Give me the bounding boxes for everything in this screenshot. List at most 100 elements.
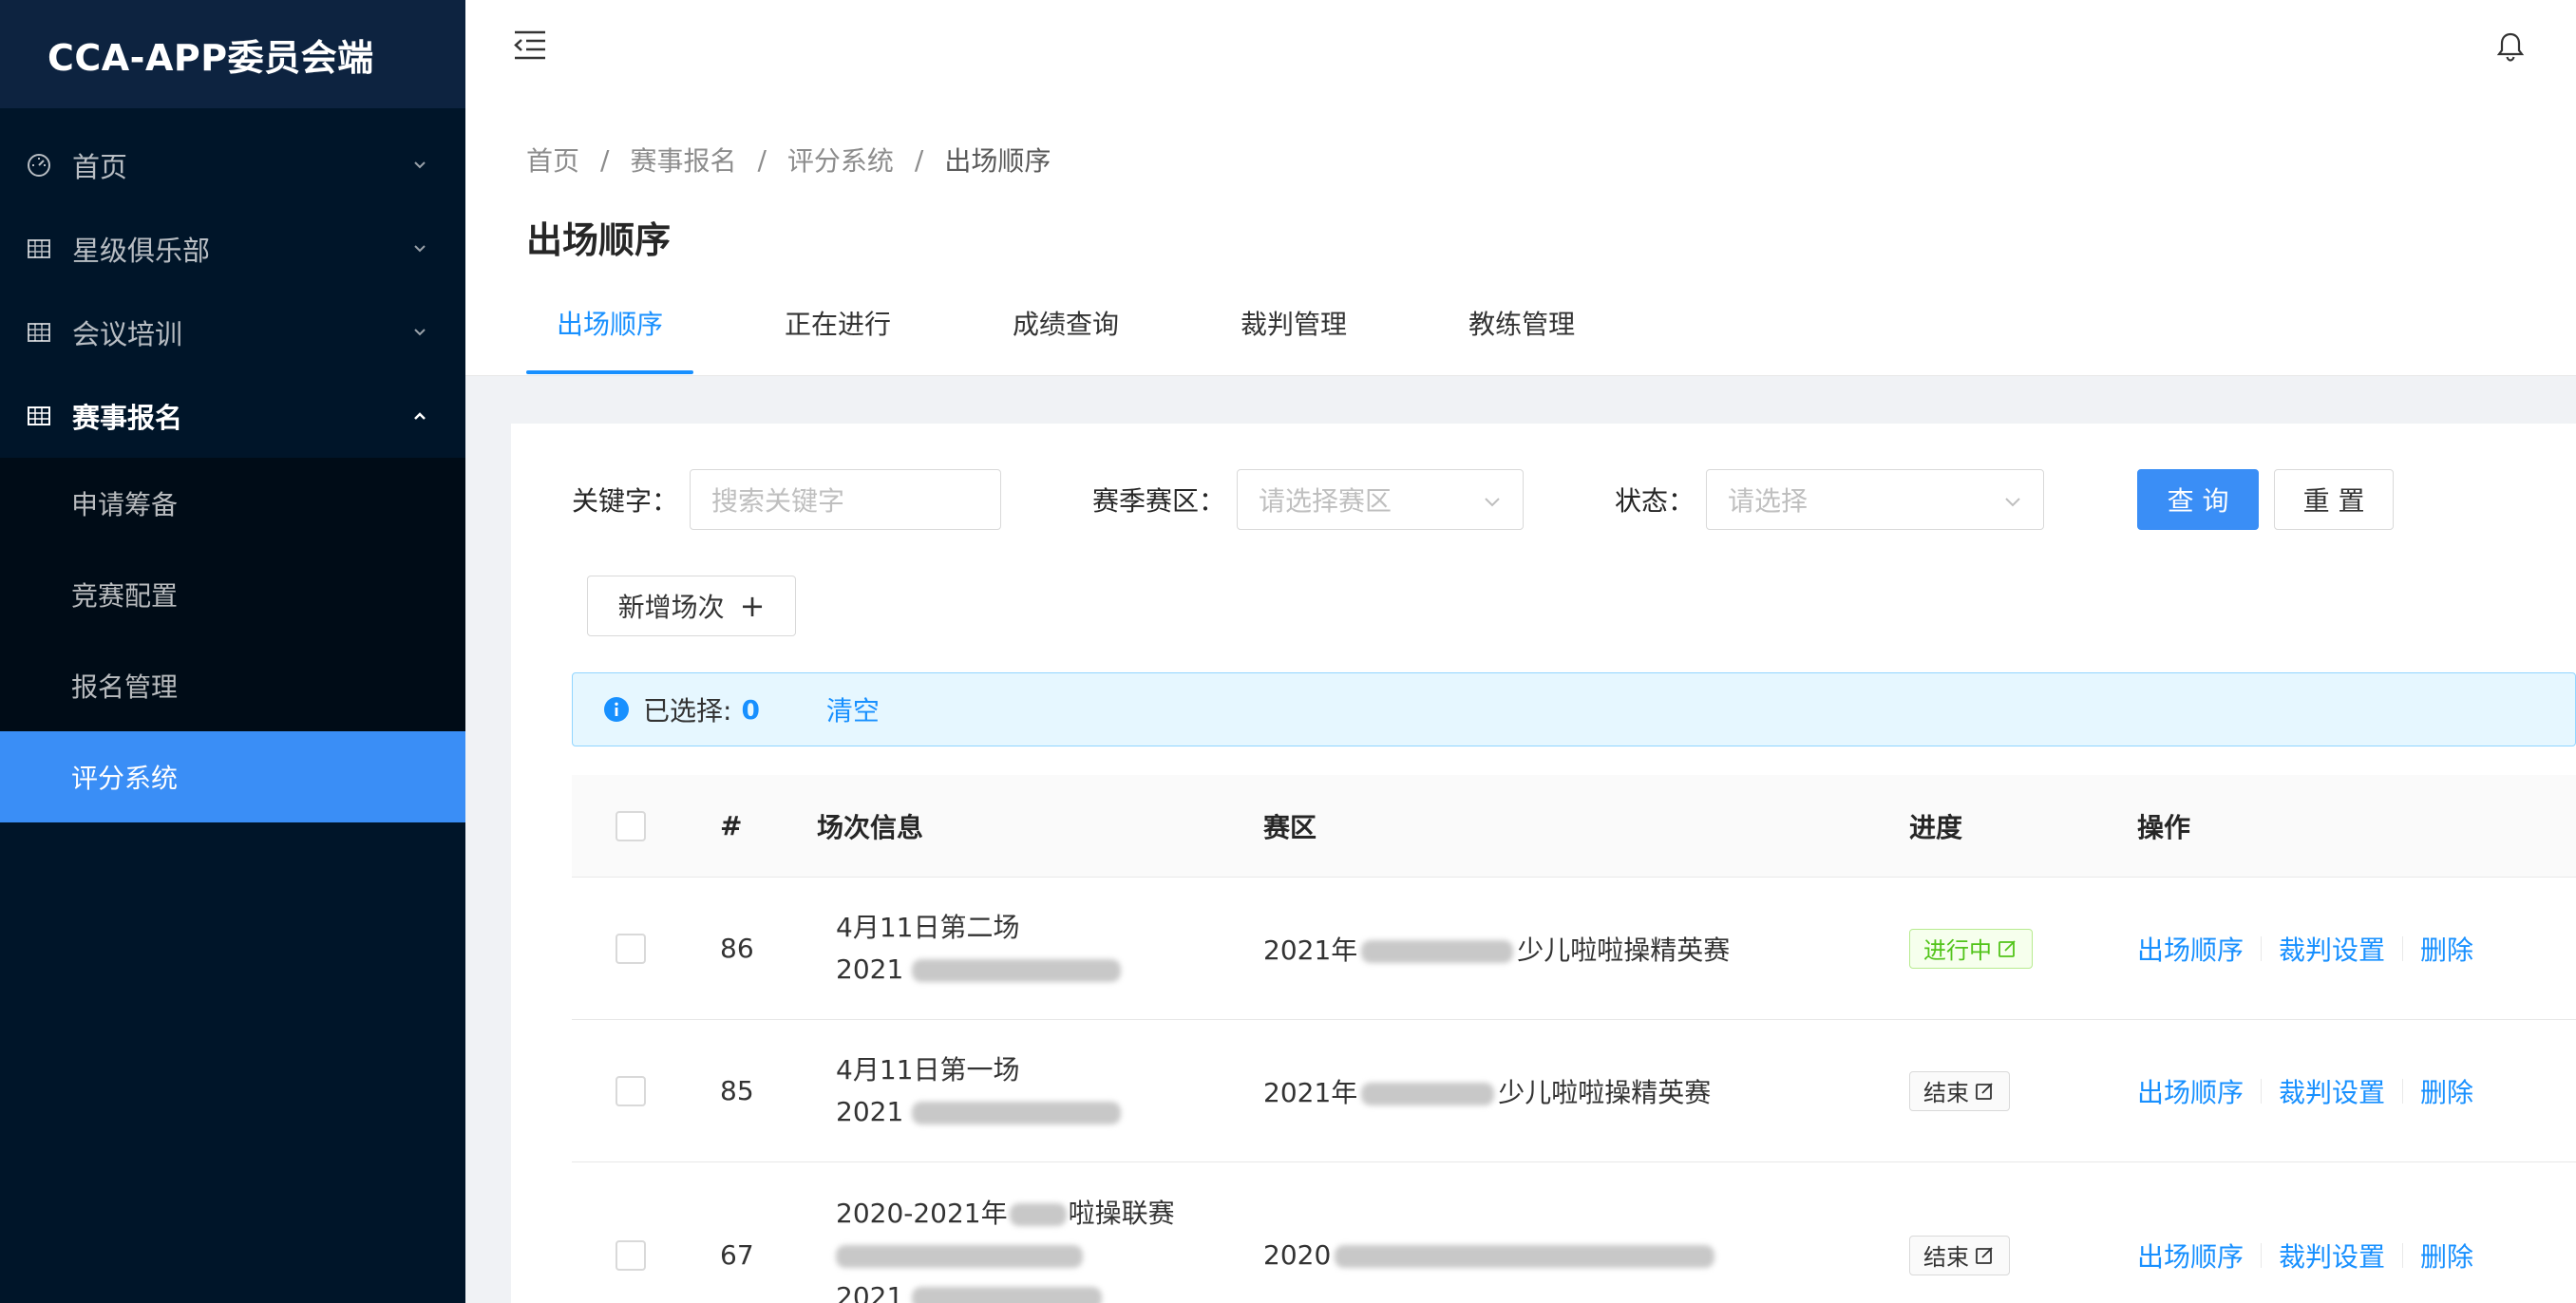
chevron-down-icon [2001, 489, 2024, 512]
row-region: 2021年 少儿啦啦操精英赛 [1263, 1072, 1909, 1110]
chevron-up-icon [408, 405, 431, 427]
redacted-text [1361, 939, 1514, 963]
sidebar-item-label: 星级俱乐部 [72, 235, 211, 267]
sidebar-subitem-registration-mgmt[interactable]: 报名管理 [0, 640, 465, 731]
status-tag[interactable]: 结束 [1909, 1070, 2010, 1111]
row-actions: 出场顺序 裁判设置 删除 [2137, 1237, 2576, 1275]
page-header: 首页 / 赛事报名 / 评分系统 / 出场顺序 出场顺序 出场顺序 正在进行 成… [465, 108, 2576, 376]
judge-settings-link[interactable]: 裁判设置 [2279, 930, 2385, 968]
sidebar-subitem-competition-config[interactable]: 竞赛配置 [0, 549, 465, 640]
status-select[interactable]: 请选择 [1706, 469, 2045, 530]
col-header-num: # [720, 810, 743, 841]
keyword-placeholder: 搜索关键字 [711, 485, 845, 517]
keyword-input[interactable]: 搜索关键字 [690, 469, 1002, 530]
row-checkbox[interactable] [616, 933, 646, 964]
chevron-down-icon [1481, 489, 1504, 512]
delete-link[interactable]: 删除 [2420, 930, 2473, 968]
row-actions: 出场顺序 裁判设置 删除 [2137, 1072, 2576, 1110]
table-row: 85 4月11日第一场 2021 2021年 少儿啦啦操精英赛 结束 出场顺序 裁… [572, 1020, 2576, 1162]
status-label: 状态： [1615, 485, 1695, 517]
tab-appearance-order[interactable]: 出场顺序 [526, 285, 694, 374]
region-prefix: 2020 [1263, 1239, 1332, 1271]
region-suffix: 少儿啦啦操精英赛 [1517, 934, 1731, 966]
status-tag[interactable]: 结束 [1909, 1235, 2010, 1275]
sidebar-item-label: 会议培训 [72, 318, 183, 350]
sidebar-item-meeting-training[interactable]: 会议培训 [0, 291, 465, 374]
delete-link[interactable]: 删除 [2420, 1072, 2473, 1110]
row-actions: 出场顺序 裁判设置 删除 [2137, 930, 2576, 968]
session-name-line2 [836, 1235, 1263, 1276]
tab-coach-management[interactable]: 教练管理 [1438, 285, 1605, 361]
session-time-prefix: 2021 [836, 1095, 904, 1127]
region-prefix: 2021年 [1263, 934, 1358, 966]
edit-icon [1975, 1245, 1996, 1266]
order-link[interactable]: 出场顺序 [2137, 930, 2244, 968]
menu-fold-icon[interactable] [511, 27, 549, 65]
col-header-region: 赛区 [1263, 811, 1317, 843]
sidebar: CCA-APP委员会端 首页 星级俱乐部 会议培训 赛事报名 申请筹备 竞赛配置… [0, 0, 465, 1303]
session-time-prefix: 2021 [836, 953, 904, 985]
page-title: 出场顺序 [526, 219, 672, 261]
redacted-text [912, 958, 1122, 982]
tab-in-progress[interactable]: 正在进行 [754, 285, 921, 361]
col-header-info: 场次信息 [817, 811, 924, 843]
status-label: 进行中 [1923, 937, 1992, 964]
filter-row: 关键字： 搜索关键字 赛季赛区： 请选择赛区 状态： 请选择 查 询 重 置 [572, 469, 2395, 530]
tab-score-query[interactable]: 成绩查询 [982, 285, 1149, 361]
row-checkbox[interactable] [616, 1075, 646, 1106]
region-select[interactable]: 请选择赛区 [1237, 469, 1525, 530]
divider [2402, 1242, 2404, 1268]
sidebar-subitem-scoring-system[interactable]: 评分系统 [0, 731, 465, 822]
edit-icon [1998, 938, 2018, 959]
redacted-text [836, 1244, 1083, 1268]
submenu-event-registration: 申请筹备 竞赛配置 报名管理 评分系统 [0, 458, 465, 822]
row-progress: 结束 [1909, 1235, 2137, 1275]
row-session-info: 4月11日第二场 2021 [817, 907, 1263, 991]
info-icon [603, 696, 630, 723]
redacted-text [1335, 1245, 1715, 1268]
session-time: 2021 [836, 1091, 1263, 1133]
table-icon [25, 318, 53, 347]
bell-icon[interactable] [2492, 28, 2529, 65]
breadcrumb-item-event-registration[interactable]: 赛事报名 [630, 141, 736, 179]
redacted-text [1361, 1082, 1495, 1105]
add-session-button[interactable]: 新增场次 + [587, 576, 796, 636]
region-prefix: 2021年 [1263, 1076, 1358, 1108]
breadcrumb-separator: / [757, 143, 767, 176]
selection-label: 已选择: [643, 695, 732, 727]
row-checkbox[interactable] [616, 1239, 646, 1271]
top-header [465, 0, 2576, 108]
select-all-checkbox[interactable] [616, 810, 646, 841]
content-card: 关键字： 搜索关键字 赛季赛区： 请选择赛区 状态： 请选择 查 询 重 置 新… [511, 424, 2576, 1303]
query-button[interactable]: 查 询 [2137, 469, 2260, 530]
divider [2261, 1242, 2263, 1268]
order-link[interactable]: 出场顺序 [2137, 1237, 2244, 1275]
redacted-text [912, 1286, 1103, 1303]
keyword-label: 关键字： [572, 485, 679, 517]
sidebar-item-label: 首页 [72, 151, 128, 183]
divider [2402, 935, 2404, 961]
judge-settings-link[interactable]: 裁判设置 [2279, 1237, 2385, 1275]
delete-link[interactable]: 删除 [2420, 1237, 2473, 1275]
sidebar-menu: 首页 星级俱乐部 会议培训 赛事报名 申请筹备 竞赛配置 报名管理 评分系统 [0, 108, 465, 822]
sidebar-item-home[interactable]: 首页 [0, 123, 465, 207]
reset-button[interactable]: 重 置 [2274, 469, 2395, 530]
order-link[interactable]: 出场顺序 [2137, 1072, 2244, 1110]
session-name-prefix: 2020-2021年 [836, 1197, 1008, 1229]
clear-selection-link[interactable]: 清空 [826, 690, 880, 728]
breadcrumb-item-scoring-system[interactable]: 评分系统 [787, 141, 894, 179]
breadcrumb-item-home[interactable]: 首页 [526, 141, 579, 179]
sidebar-subitem-apply-prep[interactable]: 申请筹备 [0, 458, 465, 549]
sessions-table: # 场次信息 赛区 进度 操作 86 4月11日第二场 2021 2021年 少儿… [572, 775, 2576, 1303]
judge-settings-link[interactable]: 裁判设置 [2279, 1072, 2385, 1110]
sidebar-item-star-club[interactable]: 星级俱乐部 [0, 207, 465, 291]
sidebar-item-label: 赛事报名 [72, 402, 183, 434]
tab-judge-management[interactable]: 裁判管理 [1210, 285, 1377, 361]
breadcrumb: 首页 / 赛事报名 / 评分系统 / 出场顺序 [526, 141, 1051, 179]
add-session-label: 新增场次 [617, 592, 725, 623]
breadcrumb-item-current: 出场顺序 [944, 145, 1051, 177]
row-num: 85 [720, 1075, 754, 1106]
status-tag[interactable]: 进行中 [1909, 928, 2033, 969]
sidebar-item-event-registration[interactable]: 赛事报名 [0, 374, 465, 458]
region-label: 赛季赛区： [1092, 485, 1226, 517]
